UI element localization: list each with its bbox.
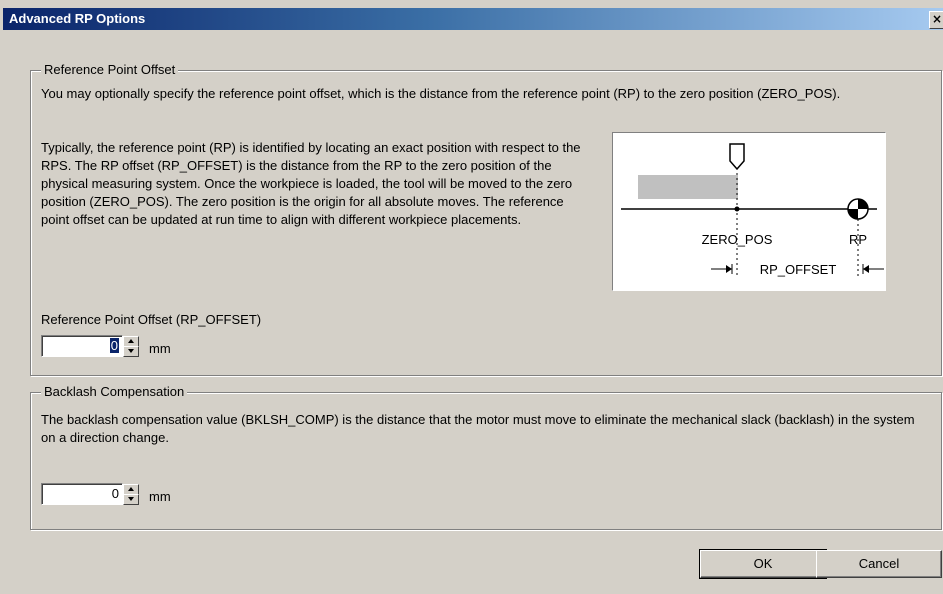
rp-intro-text: You may optionally specify the reference… xyxy=(41,86,841,101)
rp-offset-diagram-graphic: ZERO_POS RP RP_OFFSET xyxy=(621,143,884,277)
reference-point-offset-legend: Reference Point Offset xyxy=(41,62,179,77)
reference-point-marker-icon xyxy=(847,198,869,220)
cancel-button[interactable]: Cancel xyxy=(816,550,942,578)
rp-offset-input[interactable]: 0 xyxy=(41,335,123,357)
workpiece-block xyxy=(638,175,738,199)
rp-description-text: Typically, the reference point (RP) is i… xyxy=(41,140,581,227)
tool-pointer-icon xyxy=(729,143,745,171)
backlash-compensation-group: Backlash Compensation The backlash compe… xyxy=(30,384,942,530)
backlash-compensation-legend: Backlash Compensation xyxy=(41,384,188,399)
backlash-description-text: The backlash compensation value (BKLSH_C… xyxy=(41,412,915,445)
backlash-spin-buttons[interactable] xyxy=(123,484,139,505)
backlash-input[interactable]: 0 xyxy=(41,483,123,505)
rp-offset-diagram: ZERO_POS RP RP_OFFSET xyxy=(612,132,886,291)
rp-offset-value: 0 xyxy=(109,338,119,353)
close-icon[interactable]: × xyxy=(929,11,943,29)
spin-down-arrow-icon[interactable] xyxy=(123,494,139,505)
rp-label: RP xyxy=(849,232,867,247)
rp-offset-unit: mm xyxy=(149,341,171,356)
backlash-unit: mm xyxy=(149,489,171,504)
advanced-rp-options-dialog: Advanced RP Options × Reference Point Of… xyxy=(0,0,943,594)
zero-pos-label: ZERO_POS xyxy=(702,232,773,247)
rp-offset-spin-buttons[interactable] xyxy=(123,336,139,357)
ok-button[interactable]: OK xyxy=(699,549,827,579)
backlash-value: 0 xyxy=(111,486,119,501)
title-bar[interactable]: Advanced RP Options × xyxy=(3,8,943,30)
rp-offset-field-label: Reference Point Offset (RP_OFFSET) xyxy=(41,312,262,327)
spin-down-arrow-icon[interactable] xyxy=(123,346,139,357)
backlash-spinner[interactable]: 0 xyxy=(41,483,143,505)
window-title: Advanced RP Options xyxy=(9,11,146,26)
rp-offset-label: RP_OFFSET xyxy=(760,262,837,277)
rp-offset-spinner[interactable]: 0 xyxy=(41,335,143,357)
